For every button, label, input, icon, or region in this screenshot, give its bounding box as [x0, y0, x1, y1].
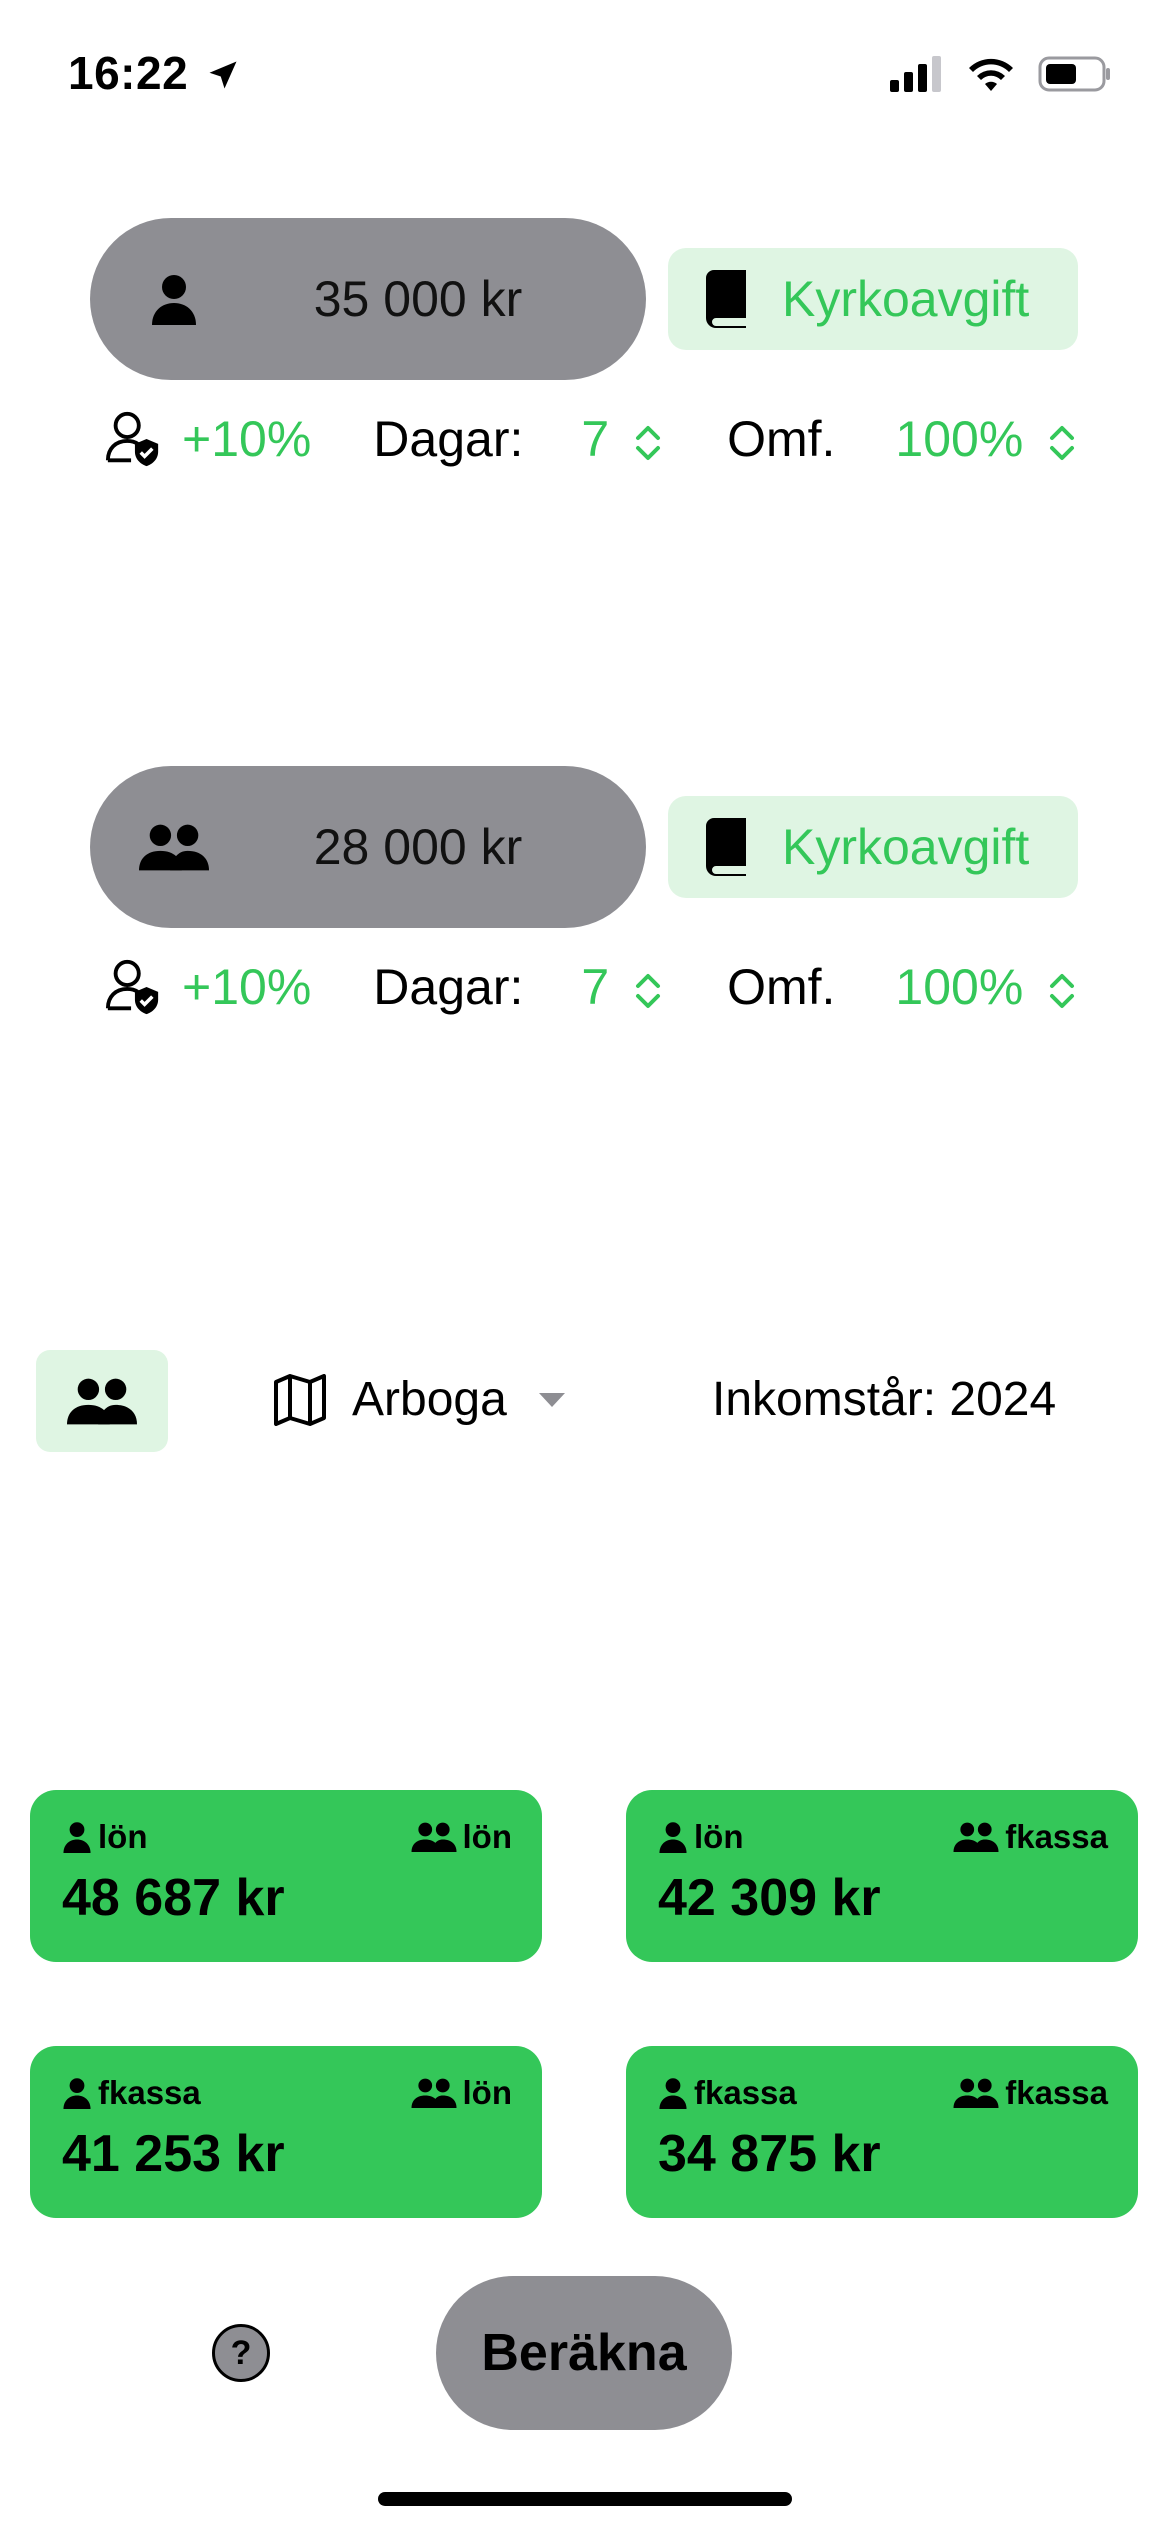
result-tag-left: fkassa: [658, 2074, 797, 2112]
result-tag-right: fkassa: [953, 1818, 1108, 1856]
tag-text: lön: [694, 1818, 744, 1855]
result-tag-left: lön: [658, 1818, 743, 1856]
church-fee-label: Kyrkoavgift: [782, 271, 1030, 327]
result-card: lön fkassa 42 309 kr: [626, 1790, 1138, 1962]
church-fee-button-person1[interactable]: Kyrkoavgift: [668, 248, 1078, 350]
person-check-icon[interactable]: [104, 958, 162, 1016]
days-label: Dagar:: [373, 959, 524, 1015]
tag-text: fkassa: [1005, 2074, 1108, 2111]
salary-value: 35 000 kr: [313, 271, 523, 327]
people-icon: [953, 1822, 999, 1852]
person-icon: [659, 2078, 687, 2109]
salary-pill-person1[interactable]: 35 000 kr: [90, 218, 646, 380]
person-icon: [114, 273, 234, 325]
help-button[interactable]: ?: [212, 2324, 270, 2382]
tag-text: lön: [98, 1818, 148, 1855]
bonus-value[interactable]: +10%: [182, 958, 311, 1016]
person-icon: [63, 1822, 91, 1853]
days-stepper[interactable]: 7: [581, 958, 663, 1016]
couple-toggle-button[interactable]: [36, 1350, 168, 1452]
book-icon: [706, 818, 746, 876]
people-icon: [411, 2078, 457, 2108]
home-indicator[interactable]: [378, 2492, 792, 2506]
days-label: Dagar:: [373, 411, 524, 467]
calculate-button[interactable]: Beräkna: [436, 2276, 732, 2430]
chevron-updown-icon: [636, 973, 661, 1008]
tag-text: lön: [462, 2074, 512, 2111]
chevron-updown-icon: [1050, 973, 1075, 1008]
result-tag-right: lön: [411, 2074, 512, 2112]
salary-value: 28 000 kr: [313, 819, 523, 875]
result-tag-right: lön: [411, 1818, 512, 1856]
municipality-value: Arboga: [352, 1373, 507, 1426]
salary-pill-person2[interactable]: 28 000 kr: [90, 766, 646, 928]
result-card: lön lön 48 687 kr: [30, 1790, 542, 1962]
result-value: 34 875 kr: [658, 2125, 881, 2183]
status-icons: [888, 54, 1112, 94]
signal-icon: [890, 56, 941, 92]
people-icon: [67, 1378, 137, 1425]
battery-icon: [1038, 56, 1110, 92]
extent-value: 100%: [895, 411, 1024, 467]
chevron-updown-icon: [636, 425, 661, 460]
extent-label: Omf.: [727, 411, 836, 467]
tag-text: fkassa: [98, 2074, 201, 2111]
tag-text: lön: [462, 1818, 512, 1855]
options-row-person1: +10% Dagar: 7 Omf. 100%: [104, 410, 1084, 468]
map-icon: [274, 1373, 326, 1426]
days-value: 7: [581, 411, 610, 467]
status-time: 16:22: [68, 46, 241, 100]
caret-down-icon: [538, 1392, 565, 1407]
result-tag-right: fkassa: [953, 2074, 1108, 2112]
wifi-icon: [969, 58, 1013, 91]
result-tag-left: lön: [62, 1818, 147, 1856]
chevron-updown-icon: [1050, 425, 1075, 460]
book-icon: [706, 270, 746, 328]
municipality-picker[interactable]: Arboga: [272, 1372, 567, 1427]
result-card: fkassa lön 41 253 kr: [30, 2046, 542, 2218]
tag-text: fkassa: [1005, 1818, 1108, 1855]
result-value: 42 309 kr: [658, 1869, 881, 1927]
extent-value: 100%: [895, 959, 1024, 1015]
location-arrow-icon: [209, 61, 237, 89]
person-icon: [659, 1822, 687, 1853]
extent-label: Omf.: [727, 959, 836, 1015]
days-stepper[interactable]: 7: [581, 410, 663, 468]
result-tag-left: fkassa: [62, 2074, 201, 2112]
income-year: Inkomstår: 2024: [712, 1373, 1057, 1426]
church-fee-button-person2[interactable]: Kyrkoavgift: [668, 796, 1078, 898]
time-text: 16:22: [68, 47, 189, 99]
people-icon: [953, 2078, 999, 2108]
result-value: 41 253 kr: [62, 2125, 285, 2183]
people-icon: [114, 823, 234, 871]
days-value: 7: [581, 959, 610, 1015]
result-card: fkassa fkassa 34 875 kr: [626, 2046, 1138, 2218]
extent-stepper[interactable]: 100%: [895, 410, 1077, 468]
person-icon: [63, 2078, 91, 2109]
bonus-value[interactable]: +10%: [182, 410, 311, 468]
extent-stepper[interactable]: 100%: [895, 958, 1077, 1016]
tag-text: fkassa: [694, 2074, 797, 2111]
options-row-person2: +10% Dagar: 7 Omf. 100%: [104, 958, 1084, 1016]
church-fee-label: Kyrkoavgift: [782, 819, 1030, 875]
result-value: 48 687 kr: [62, 1869, 285, 1927]
people-icon: [411, 1822, 457, 1852]
person-check-icon[interactable]: [104, 410, 162, 468]
